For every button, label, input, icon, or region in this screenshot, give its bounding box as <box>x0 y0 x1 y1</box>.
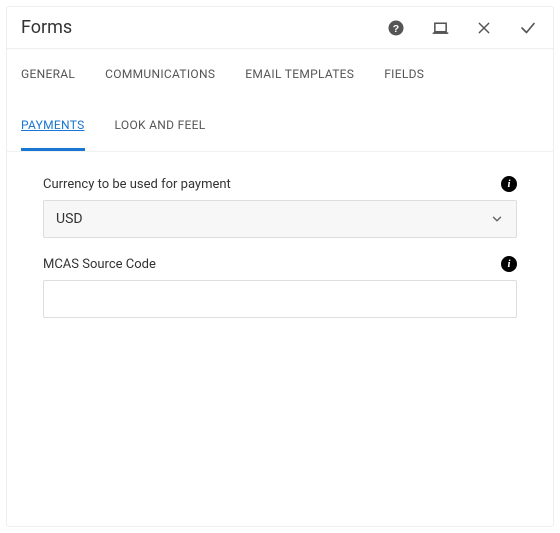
header-actions: ? <box>387 19 537 37</box>
tabs-bar: GENERAL COMMUNICATIONS EMAIL TEMPLATES F… <box>7 49 553 151</box>
currency-select-wrap: USD <box>43 200 517 238</box>
fullscreen-icon[interactable] <box>431 19 449 37</box>
info-icon[interactable]: i <box>501 176 517 192</box>
mcas-input[interactable] <box>43 280 517 318</box>
tab-email-templates[interactable]: EMAIL TEMPLATES <box>245 49 354 100</box>
svg-text:?: ? <box>393 22 399 34</box>
tab-payments[interactable]: PAYMENTS <box>21 100 85 151</box>
panel-header: Forms ? <box>7 7 553 49</box>
payments-content: Currency to be used for payment i USD MC… <box>7 151 553 526</box>
tab-look-and-feel[interactable]: LOOK AND FEEL <box>115 100 206 151</box>
forms-panel: Forms ? GENERAL COMMUNICATIONS EMAIL TEM… <box>6 6 554 527</box>
tab-fields[interactable]: FIELDS <box>384 49 424 100</box>
currency-select[interactable]: USD <box>43 200 517 238</box>
currency-field: Currency to be used for payment i USD <box>43 176 517 238</box>
currency-label: Currency to be used for payment <box>43 177 501 192</box>
panel-title: Forms <box>21 17 387 38</box>
info-icon[interactable]: i <box>501 256 517 272</box>
currency-value: USD <box>56 211 490 227</box>
chevron-down-icon <box>490 212 504 226</box>
mcas-label-row: MCAS Source Code i <box>43 256 517 272</box>
currency-label-row: Currency to be used for payment i <box>43 176 517 192</box>
check-icon[interactable] <box>519 19 537 37</box>
mcas-label: MCAS Source Code <box>43 257 501 272</box>
tab-communications[interactable]: COMMUNICATIONS <box>105 49 215 100</box>
mcas-field: MCAS Source Code i <box>43 256 517 318</box>
close-icon[interactable] <box>475 19 493 37</box>
tab-general[interactable]: GENERAL <box>21 49 75 100</box>
help-icon[interactable]: ? <box>387 19 405 37</box>
